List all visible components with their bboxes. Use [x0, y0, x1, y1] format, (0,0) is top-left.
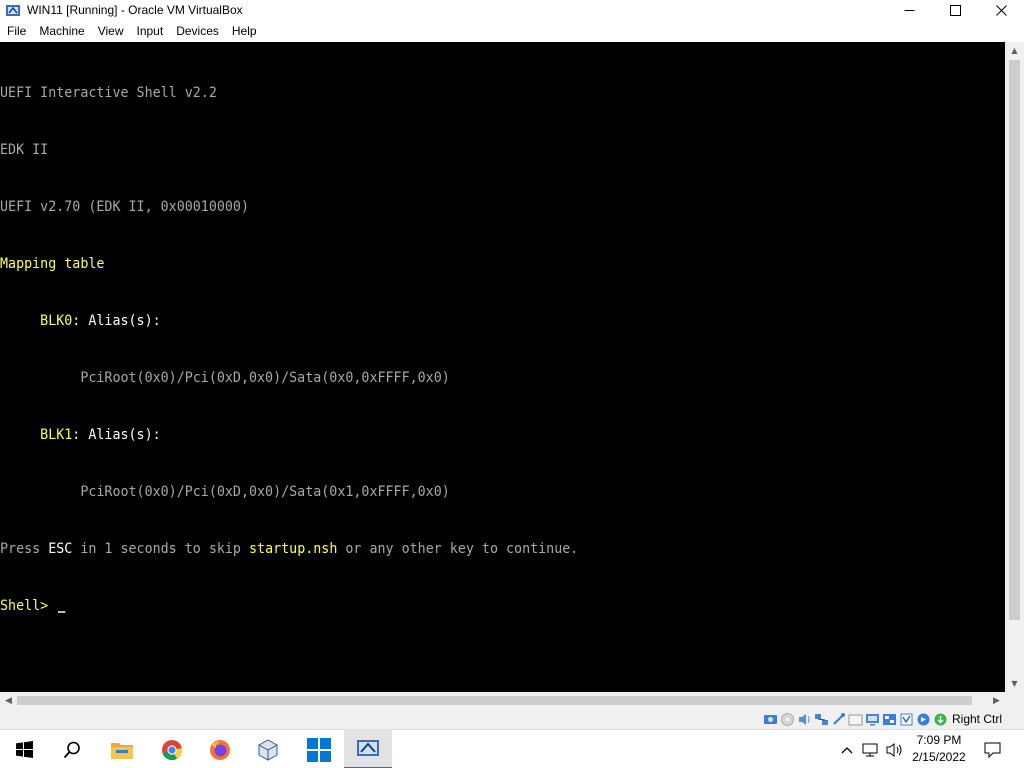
vm-display[interactable]: UEFI Interactive Shell v2.2 EDK II UEFI …	[0, 42, 1005, 692]
press-mid: in 1 seconds to skip	[72, 541, 250, 557]
blk1-path: PciRoot(0x0)/Pci(0xD,0x0)/Sata(0x1,0xFFF…	[80, 484, 450, 500]
keyboard-icon[interactable]	[933, 712, 948, 727]
search-icon	[63, 741, 80, 758]
virtualbox-button[interactable]	[244, 730, 292, 768]
search-button[interactable]	[48, 730, 96, 768]
shared-folders-icon[interactable]	[848, 712, 863, 727]
hard-disk-icon[interactable]	[763, 712, 778, 727]
virtualbox-app-icon[interactable]	[5, 2, 21, 18]
taskbar-clock[interactable]: 7:09 PM 2/15/2022	[905, 732, 973, 766]
notifications-icon	[984, 742, 1000, 758]
blk0-name: BLK0	[40, 313, 73, 329]
menu-file[interactable]: File	[2, 22, 31, 40]
tray-network-button[interactable]	[860, 730, 882, 768]
show-hidden-icons-button[interactable]	[838, 730, 856, 768]
menu-bar: File Machine View Input Devices Help	[0, 20, 1024, 42]
shell-prompt-line[interactable]: Shell>	[0, 597, 925, 616]
notifications-button[interactable]	[978, 730, 1006, 768]
vertical-scrollbar[interactable]: ▲ ▼	[1005, 42, 1024, 692]
vm-status-bar: Right Ctrl	[0, 709, 1024, 729]
menu-machine[interactable]: Machine	[34, 22, 89, 40]
scroll-left-icon[interactable]: ◀	[0, 692, 17, 709]
taskbar: 7:09 PM 2/15/2022	[0, 729, 1024, 768]
host-key-label[interactable]: Right Ctrl	[952, 712, 1002, 726]
blk1-name: BLK1	[40, 427, 73, 443]
console-line: UEFI v2.70 (EDK II, 0x00010000)	[0, 199, 249, 215]
scrollbar-corner	[1005, 692, 1024, 709]
win11-vm-button[interactable]	[344, 730, 392, 768]
win11-vm-icon	[357, 739, 379, 756]
shell-prompt: Shell>	[0, 598, 57, 614]
horizontal-scroll-thumb[interactable]	[17, 696, 972, 705]
close-button[interactable]	[978, 0, 1024, 20]
usb-icon[interactable]	[831, 712, 846, 727]
windows11-button[interactable]	[295, 730, 343, 768]
title-bar: WIN11 [Running] - Oracle VM VirtualBox	[0, 0, 1024, 20]
chrome-icon	[162, 739, 183, 760]
blk1-line: BLK1: Alias(s):	[0, 426, 925, 445]
uefi-console[interactable]: UEFI Interactive Shell v2.2 EDK II UEFI …	[0, 42, 925, 654]
mapping-table-heading: Mapping table	[0, 256, 105, 272]
network-icon[interactable]	[814, 712, 829, 727]
virtualbox-icon	[258, 738, 278, 761]
horizontal-scrollbar[interactable]: ◀ ▶	[0, 692, 1005, 709]
press-suffix: or any other key to continue.	[337, 541, 579, 557]
window-title: WIN11 [Running] - Oracle VM VirtualBox	[27, 3, 243, 17]
scroll-up-icon[interactable]: ▲	[1005, 42, 1024, 59]
text-cursor	[58, 611, 66, 613]
start-button[interactable]	[0, 730, 48, 768]
esc-key-text: ESC	[48, 541, 73, 557]
close-icon	[995, 4, 1007, 16]
scroll-down-icon[interactable]: ▼	[1005, 675, 1024, 692]
volume-icon	[886, 742, 902, 757]
firefox-icon	[210, 739, 230, 760]
network-icon	[862, 743, 878, 756]
menu-devices[interactable]: Devices	[171, 22, 224, 40]
console-line: UEFI Interactive Shell v2.2	[0, 85, 217, 101]
windows11-icon	[307, 737, 331, 762]
clock-time: 7:09 PM	[916, 733, 962, 747]
minimize-button[interactable]	[886, 0, 932, 20]
maximize-icon	[949, 4, 961, 16]
blk1-path-line: PciRoot(0x0)/Pci(0xD,0x0)/Sata(0x1,0xFFF…	[0, 483, 925, 502]
cpu-icon[interactable]	[899, 712, 914, 727]
video-capture-icon[interactable]	[882, 712, 897, 727]
menu-help[interactable]: Help	[227, 22, 262, 40]
blk0-path-line: PciRoot(0x0)/Pci(0xD,0x0)/Sata(0x0,0xFFF…	[0, 369, 925, 388]
blk0-path: PciRoot(0x0)/Pci(0xD,0x0)/Sata(0x0,0xFFF…	[80, 370, 450, 386]
blk1-alias: : Alias(s):	[72, 427, 161, 443]
menu-input[interactable]: Input	[132, 22, 169, 40]
blk0-line: BLK0: Alias(s):	[0, 312, 925, 331]
start-icon	[15, 741, 33, 758]
console-line: EDK II	[0, 142, 49, 158]
display-icon[interactable]	[865, 712, 880, 727]
vertical-scroll-thumb[interactable]	[1009, 60, 1020, 620]
file-explorer-button[interactable]	[98, 730, 146, 768]
scroll-right-icon[interactable]: ▶	[988, 692, 1005, 709]
menu-view[interactable]: View	[93, 22, 129, 40]
chrome-button[interactable]	[148, 730, 196, 768]
startup-prompt-line: Press ESC in 1 seconds to skip startup.n…	[0, 540, 925, 559]
startup-file-name: startup.nsh	[249, 541, 338, 557]
optical-drive-icon[interactable]	[780, 712, 795, 727]
file-explorer-icon	[111, 742, 133, 759]
audio-icon[interactable]	[797, 712, 812, 727]
firefox-button[interactable]	[196, 730, 244, 768]
maximize-button[interactable]	[932, 0, 978, 20]
clock-date: 2/15/2022	[912, 750, 966, 764]
show-hidden-icons-icon	[841, 746, 853, 753]
mouse-integration-icon[interactable]	[916, 712, 931, 727]
volume-button[interactable]	[884, 730, 906, 768]
blk0-alias: : Alias(s):	[72, 313, 161, 329]
press-prefix: Press	[0, 541, 49, 557]
minimize-icon	[904, 9, 914, 11]
